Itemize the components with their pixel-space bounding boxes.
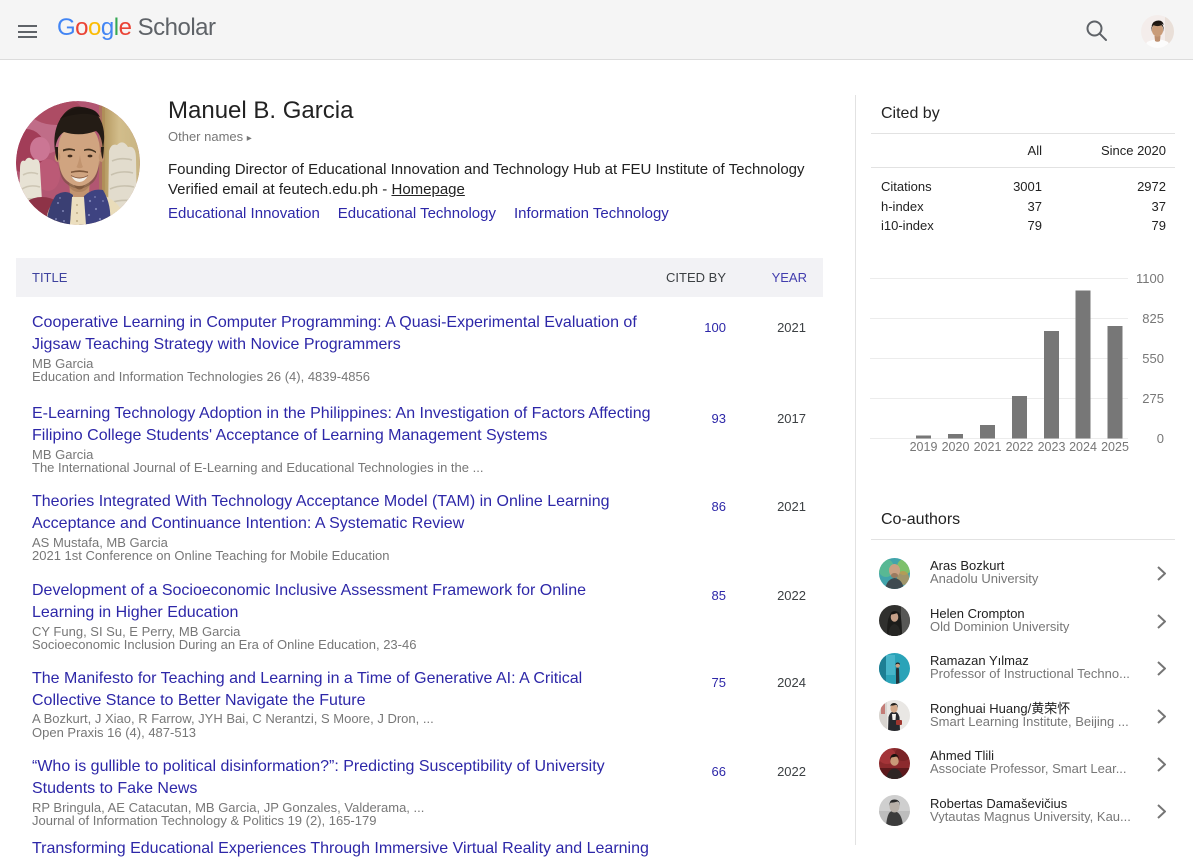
svg-text:2022: 2022	[1006, 440, 1034, 454]
svg-text:2019: 2019	[910, 440, 938, 454]
svg-text:2020: 2020	[942, 440, 970, 454]
svg-text:825: 825	[1142, 311, 1164, 326]
svg-text:2024: 2024	[1069, 440, 1097, 454]
svg-text:275: 275	[1142, 391, 1164, 406]
svg-text:0: 0	[1157, 431, 1164, 446]
svg-text:2023: 2023	[1038, 440, 1066, 454]
svg-text:2021: 2021	[974, 440, 1002, 454]
svg-text:550: 550	[1142, 351, 1164, 366]
svg-text:1100: 1100	[1136, 271, 1164, 286]
svg-text:2025: 2025	[1101, 440, 1129, 454]
